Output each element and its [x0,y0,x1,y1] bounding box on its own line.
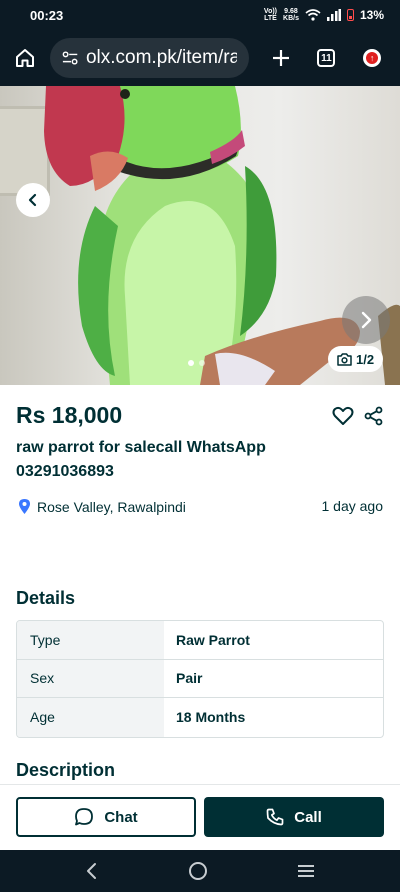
phone-icon [266,808,284,826]
tabs-icon: 11 [317,49,336,67]
plus-icon [272,50,289,66]
browser-home-button[interactable] [8,41,42,75]
share-icon [364,406,383,426]
system-nav-bar [0,850,400,892]
favorite-button[interactable] [332,406,354,431]
browser-toolbar: olx.com.pk/item/raw 11 ↑ [0,30,400,86]
details-row: Age 18 Months [17,698,383,737]
nav-back-icon[interactable] [84,862,100,880]
detail-value: Raw Parrot [176,631,250,648]
detail-key: Age [17,698,164,737]
update-badge: ↑ [366,52,379,64]
battery-icon [346,9,354,21]
details-heading: Details [16,588,76,608]
listing-title: raw parrot for salecall WhatsApp 0329103… [16,439,266,480]
listing-location: Rose Valley, Rawalpindi [18,498,186,515]
heart-icon [332,406,354,425]
gallery-dots [188,360,205,366]
details-row: Type Raw Parrot [17,621,383,660]
call-button[interactable]: Call [204,797,384,837]
chat-bubble-icon [75,808,94,826]
signal-icon [326,9,341,21]
network-speed: 9.68 KB/s [283,8,299,22]
photo-counter[interactable]: 1/2 [328,346,384,372]
posted-time: 1 day ago [321,498,384,514]
share-button[interactable] [364,406,384,431]
chat-button-label: Chat [104,808,138,826]
location-pin-icon [19,499,30,514]
camera-icon [337,352,352,366]
volte-indicator: Vo)) LTE [264,8,277,22]
gallery-dot[interactable] [188,360,194,366]
url-text: olx.com.pk/item/raw [85,47,237,68]
tabs-button[interactable]: 11 [306,38,346,78]
site-settings-icon [62,51,78,65]
update-icon: ↑ [363,49,382,67]
listing-price: Rs 18,000 [16,402,123,428]
detail-value: Pair [176,670,203,687]
status-bar: 00:23 Vo)) LTE 9.68 KB/s 13% [0,0,400,30]
chat-button[interactable]: Chat [16,797,196,837]
home-icon [15,49,34,67]
battery-percent: 13% [359,8,384,22]
call-button-label: Call [294,808,322,826]
details-table: Type Raw Parrot Sex Pair Age 18 Months [16,620,384,738]
listing-photo[interactable] [0,86,400,385]
browser-update-button[interactable]: ↑ [352,38,392,78]
wifi-icon [305,9,321,21]
detail-key: Sex [17,659,164,697]
gallery-dot[interactable] [199,360,205,366]
gallery-next-button[interactable] [342,296,390,344]
contact-action-bar: Chat Call [0,784,400,850]
status-time: 00:23 [30,7,64,23]
nav-home-icon[interactable] [188,861,208,881]
address-bar[interactable]: olx.com.pk/item/raw [49,38,249,78]
volte-top: Vo)) [263,8,278,15]
location-text: Rose Valley, Rawalpindi [37,498,186,515]
nav-recents-icon[interactable] [296,863,316,879]
gallery-back-button[interactable] [16,183,50,217]
detail-key: Type [17,621,164,659]
chevron-right-icon [361,311,372,329]
volte-bottom: LTE [264,15,277,22]
details-row: Sex Pair [17,659,383,698]
new-tab-button[interactable] [261,38,301,78]
description-heading: Description [16,760,116,780]
parrot-photo [44,86,400,385]
photo-counter-text: 1/2 [356,351,375,367]
speed-unit: KB/s [283,15,299,22]
speed-value: 9.68 [284,8,298,15]
detail-value: 18 Months [176,709,246,726]
chevron-left-icon [28,193,37,207]
